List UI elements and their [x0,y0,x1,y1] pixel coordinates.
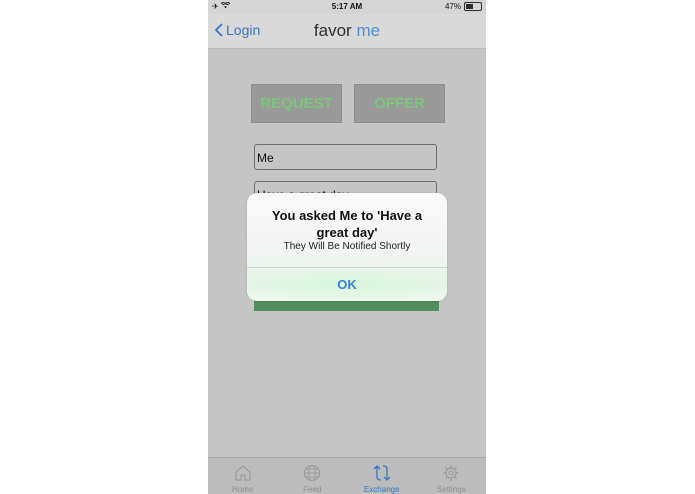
alert-dialog: You asked Me to 'Have a great day' They … [247,193,447,301]
alert-message: They Will Be Notified Shortly [283,241,411,252]
phone-screen: ✈ 5:17 AM 47% Login favor me REQUEST OFF… [208,0,486,494]
alert-ok-button[interactable]: OK [247,268,447,301]
alert-title: You asked Me to 'Have a great day' [271,208,423,240]
